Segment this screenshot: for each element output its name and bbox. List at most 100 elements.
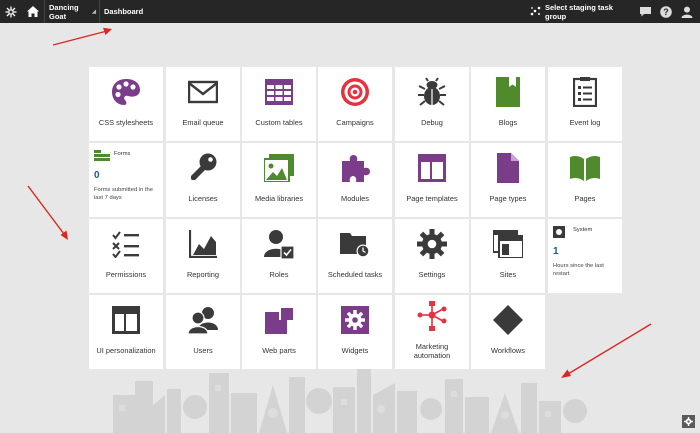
tile-label: Debug xyxy=(421,118,443,128)
tile-page-types[interactable]: Page types xyxy=(471,143,545,217)
tile-label: Marketing automation xyxy=(413,341,451,360)
svg-text:?: ? xyxy=(663,7,669,17)
tile-roles[interactable]: Roles xyxy=(242,219,316,293)
tile-css-stylesheets[interactable]: CSS stylesheets xyxy=(89,67,163,141)
user-check-icon xyxy=(264,229,294,259)
book-icon xyxy=(493,77,523,107)
help-icon[interactable]: ? xyxy=(659,0,673,23)
image-gallery-icon xyxy=(264,153,294,183)
staging-icon xyxy=(530,6,541,18)
tile-page-templates[interactable]: Page templates xyxy=(395,143,469,217)
tile-campaigns[interactable]: Campaigns xyxy=(318,67,392,141)
document-icon xyxy=(493,153,523,183)
tile-modules[interactable]: Modules xyxy=(318,143,392,217)
gear-icon xyxy=(684,417,693,426)
tile-users[interactable]: Users xyxy=(166,295,240,369)
tile-label: CSS stylesheets xyxy=(98,118,154,128)
tile-debug[interactable]: Debug xyxy=(395,67,469,141)
tile-label: Media libraries xyxy=(254,194,304,204)
puzzle-icon xyxy=(340,153,370,183)
tile-label: Event log xyxy=(569,118,601,128)
background-icon-pattern xyxy=(113,369,587,433)
gear-icon xyxy=(417,229,447,259)
tile-label: Settings xyxy=(418,270,446,280)
widget-gear-icon xyxy=(340,305,370,335)
widget-description: Forms submitted in the last 7 days xyxy=(94,187,153,201)
tile-label: Blogs xyxy=(498,118,518,128)
chat-icon[interactable] xyxy=(638,0,652,23)
tile-licenses[interactable]: Licenses xyxy=(166,143,240,217)
tile-media-libraries[interactable]: Media libraries xyxy=(242,143,316,217)
tile-marketing-automation[interactable]: Marketing automation xyxy=(395,295,469,369)
tile-permissions[interactable]: Permissions xyxy=(89,219,163,293)
tile-ui-personalization[interactable]: UI personalization xyxy=(89,295,163,369)
layout-template-icon xyxy=(417,153,447,183)
tile-label: Page templates xyxy=(406,194,458,204)
widget-forms[interactable]: Forms 0 Forms submitted in the last 7 da… xyxy=(89,143,163,217)
annotation-arrow-icon xyxy=(561,323,652,378)
clipboard-list-icon xyxy=(570,77,600,107)
settings-button[interactable] xyxy=(682,415,695,428)
system-icon xyxy=(553,226,565,238)
annotation-arrow-icon xyxy=(52,27,112,46)
widget-description: Hours since the last restart xyxy=(553,263,604,277)
tile-label: Sites xyxy=(499,270,517,280)
application-breadcrumb[interactable]: Dashboard xyxy=(99,0,159,23)
tile-settings[interactable]: Settings xyxy=(395,219,469,293)
tile-event-log[interactable]: Event log xyxy=(548,67,622,141)
tile-label: Workflows xyxy=(491,346,525,356)
annotation-arrow-icon xyxy=(27,185,68,240)
tile-label: Custom tables xyxy=(255,118,303,128)
site-selector-label: Dancing Goat xyxy=(49,2,79,21)
key-icon xyxy=(188,153,218,183)
tile-label: UI personalization xyxy=(96,346,156,356)
email-icon xyxy=(188,77,218,107)
checklist-icon xyxy=(111,229,141,259)
tile-label: Email queue xyxy=(182,118,224,128)
tile-reporting[interactable]: Reporting xyxy=(166,219,240,293)
bug-icon xyxy=(417,77,447,107)
tile-blogs[interactable]: Blogs xyxy=(471,67,545,141)
kentico-logo-icon[interactable] xyxy=(0,0,22,23)
forms-icon xyxy=(94,150,110,161)
users-icon xyxy=(188,305,218,335)
tile-workflows[interactable]: Workflows xyxy=(471,295,545,369)
widget-system[interactable]: System 1 Hours since the last restart xyxy=(548,219,622,293)
staging-label: Select staging task group xyxy=(545,2,613,21)
table-icon xyxy=(264,77,294,107)
tile-sites[interactable]: Sites xyxy=(471,219,545,293)
widget-value: 1 xyxy=(553,246,559,257)
web-parts-icon xyxy=(264,305,294,335)
folder-clock-icon xyxy=(340,229,370,259)
tile-label: Pages xyxy=(574,194,596,204)
tile-widgets[interactable]: Widgets xyxy=(318,295,392,369)
tile-scheduled-tasks[interactable]: Scheduled tasks xyxy=(318,219,392,293)
area-chart-icon xyxy=(188,229,218,259)
tile-custom-tables[interactable]: Custom tables xyxy=(242,67,316,141)
home-icon[interactable] xyxy=(23,0,43,23)
tile-label: Reporting xyxy=(186,270,220,280)
site-selector[interactable]: Dancing Goat ◢ xyxy=(44,0,96,23)
tile-label: Licenses xyxy=(188,194,218,204)
palette-icon xyxy=(111,77,141,107)
layout-icon xyxy=(111,305,141,335)
top-bar: Dancing Goat ◢ Dashboard Select staging t… xyxy=(0,0,700,23)
tile-web-parts[interactable]: Web parts xyxy=(242,295,316,369)
tile-label: Modules xyxy=(341,194,369,204)
widget-title: System xyxy=(573,227,593,233)
chevron-down-icon: ◢ xyxy=(92,8,96,15)
tile-label: Campaigns xyxy=(336,118,374,128)
browser-windows-icon xyxy=(493,229,523,259)
tile-email-queue[interactable]: Email queue xyxy=(166,67,240,141)
open-book-icon xyxy=(570,153,600,183)
user-icon[interactable] xyxy=(679,0,695,23)
staging-task-group-selector[interactable]: Select staging task group xyxy=(530,0,630,23)
widget-value: 0 xyxy=(94,170,100,181)
tile-pages[interactable]: Pages xyxy=(548,143,622,217)
tile-label: Web parts xyxy=(262,346,296,356)
automation-flow-icon xyxy=(417,301,447,331)
tile-label: Page types xyxy=(489,194,527,204)
tile-label: Roles xyxy=(269,270,289,280)
tile-label: Permissions xyxy=(105,270,147,280)
application-title: Dashboard xyxy=(104,7,144,16)
